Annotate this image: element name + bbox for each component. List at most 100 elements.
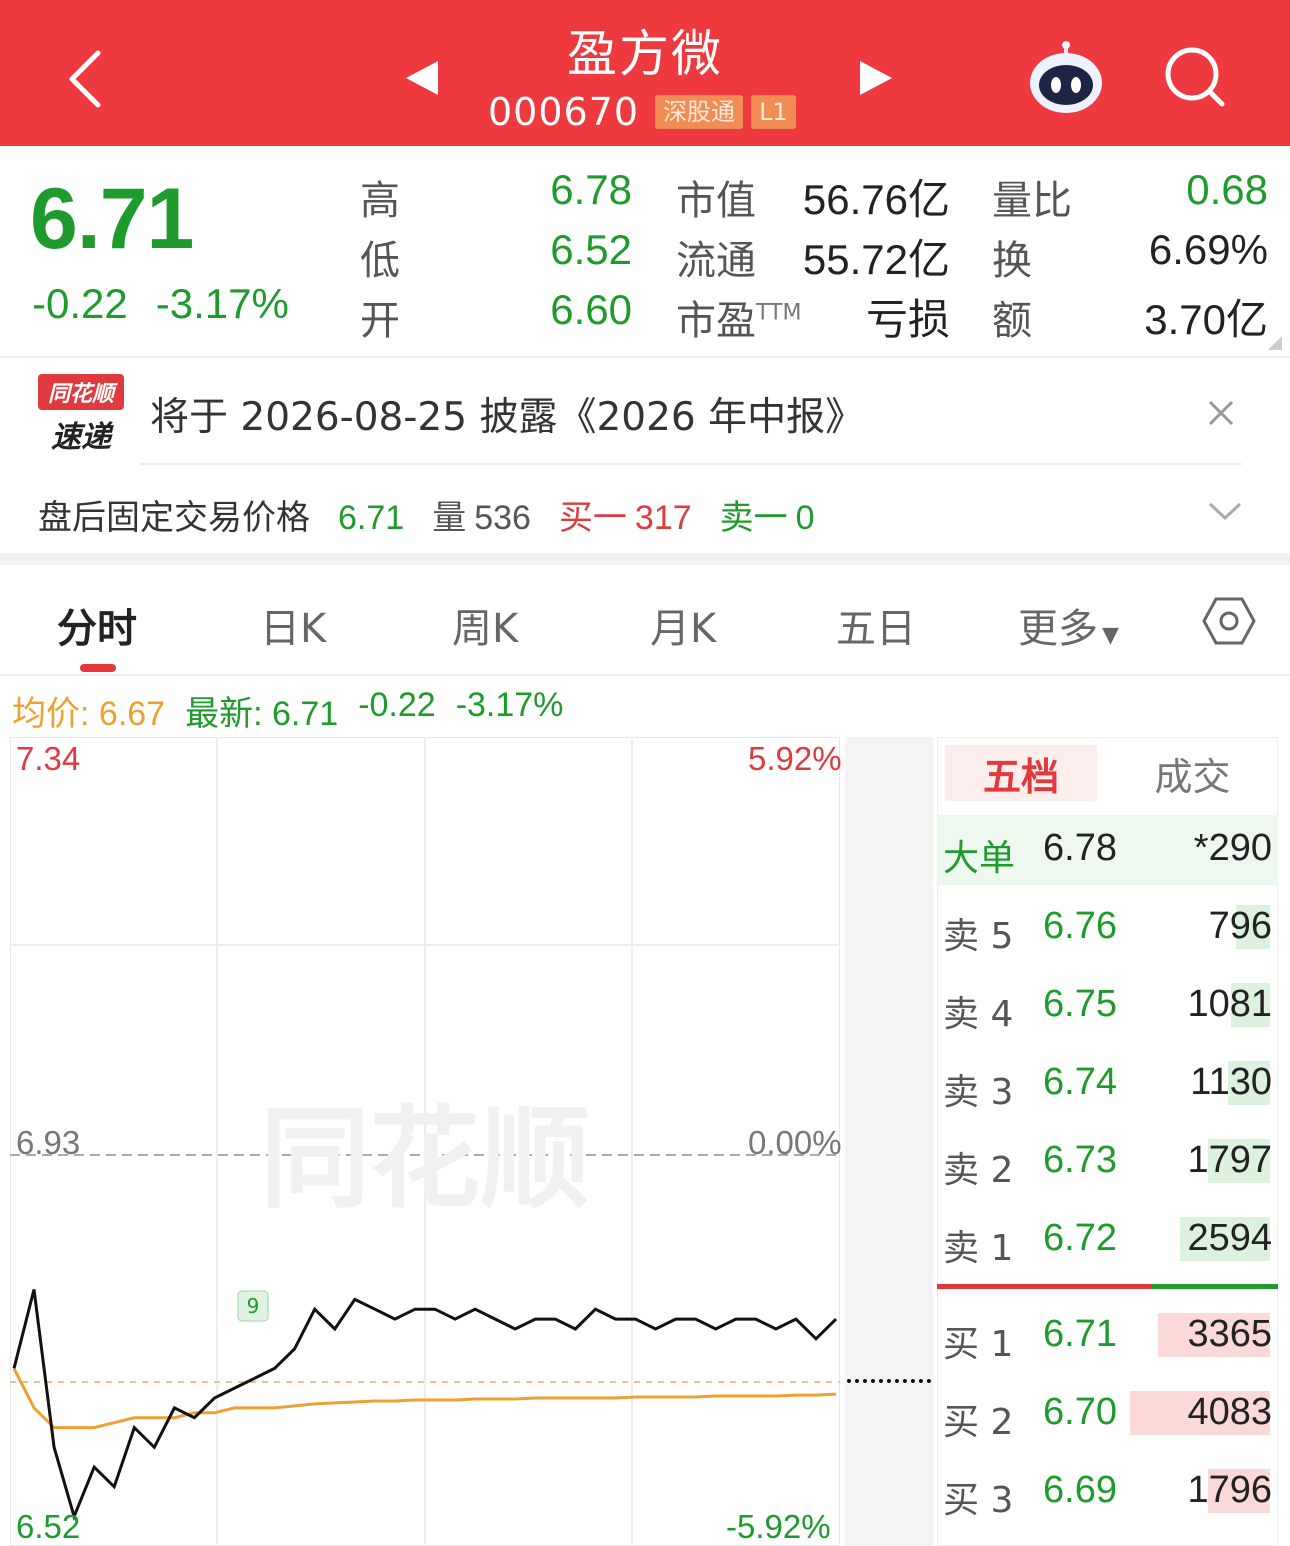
order-book-row-volume: 1796	[1187, 1469, 1272, 1511]
chart-settings-icon[interactable]	[1202, 596, 1256, 646]
order-book-row[interactable]: 卖 4 6.75 1081	[937, 971, 1278, 1041]
stat-mktcap-value: 56.76亿	[802, 176, 950, 223]
stock-code: 000670	[488, 90, 640, 134]
order-book-row-volume: 1797	[1187, 1139, 1272, 1181]
expand-corner-icon[interactable]	[1266, 334, 1284, 352]
stat-turnover-value: 6.69%	[1148, 226, 1268, 273]
order-book-row[interactable]: 卖 1 6.72 2594	[937, 1205, 1278, 1275]
order-book-row[interactable]: 卖 5 6.76 796	[937, 893, 1278, 963]
tabs-divider	[0, 674, 1290, 676]
order-book-row[interactable]: 买 3 6.69 1796	[937, 1457, 1278, 1527]
caret-down-icon: ▼	[1102, 623, 1119, 648]
stat-low-value: 6.52	[550, 226, 632, 273]
stat-high-value: 6.78	[550, 166, 632, 213]
tab-trades[interactable]: 成交	[1110, 745, 1275, 801]
tab-daily-k[interactable]: 日K	[260, 596, 326, 654]
order-book-row[interactable]: 买 2 6.70 4083	[937, 1379, 1278, 1449]
tab-five-day[interactable]: 五日	[836, 596, 916, 654]
order-book-row[interactable]: 买 1 6.71 3365	[937, 1301, 1278, 1371]
order-book-row-price: 6.71	[1043, 1313, 1117, 1355]
tab-more-label: 更多	[1018, 606, 1098, 652]
order-book-row-label: 大单	[943, 838, 1016, 879]
stat-vol-ratio-label: 量比	[992, 178, 1072, 224]
order-book-row-label: 卖 4	[943, 994, 1014, 1035]
stat-pe-label: 市盈TTM	[676, 288, 801, 346]
after-hours-ask-label: 卖一	[719, 498, 788, 538]
tab-weekly-k[interactable]: 周K	[452, 596, 518, 654]
after-hours-volume: 536	[474, 499, 531, 537]
stat-open-value: 6.60	[550, 286, 632, 333]
latest-price-label: 最新:	[185, 695, 263, 733]
close-icon	[1208, 400, 1234, 426]
order-book-row[interactable]: 卖 3 6.74 1130	[937, 1049, 1278, 1119]
latest-price: 最新: 6.71	[185, 686, 338, 735]
stock-code-row: 000670 深股通 L1	[488, 90, 796, 134]
intraday-chart[interactable]: 同花顺 9	[10, 737, 840, 1546]
bid-strength-bar	[937, 1284, 1151, 1289]
order-book-row[interactable]: 卖 2 6.73 1797	[937, 1127, 1278, 1197]
notice-text[interactable]: 将于 2026-08-25 披露《2026 年中报》	[150, 386, 864, 442]
avg-price-label: 均价:	[12, 695, 90, 733]
stat-turnover-label: 换	[992, 238, 1032, 284]
last-price: 6.71	[30, 171, 194, 267]
stat-pe-ttm: TTM	[756, 300, 802, 326]
order-book-row-price: 6.74	[1043, 1061, 1117, 1103]
stat-float-value: 55.72亿	[802, 236, 950, 283]
after-hours-label: 盘后固定交易价格	[38, 498, 310, 538]
stat-amount-value: 3.70亿	[1144, 296, 1268, 343]
stat-pe-label-text: 市盈	[676, 298, 756, 344]
logo-line-1: 同花顺	[38, 374, 124, 410]
tab-monthly-k[interactable]: 月K	[650, 596, 716, 654]
tonghuashun-express-logo: 同花顺 速递	[38, 374, 124, 455]
after-hours-price: 6.71	[338, 499, 405, 537]
tab-intraday[interactable]: 分时	[57, 596, 137, 654]
order-book-row-price: 6.73	[1043, 1139, 1117, 1181]
order-book-row-volume: 2594	[1187, 1217, 1272, 1259]
connect-tag: 深股通	[655, 95, 744, 129]
ask-strength-bar	[1151, 1284, 1278, 1289]
chart-info-line: 均价: 6.67 最新: 6.71 -0.22 -3.17%	[12, 686, 563, 735]
avg-price-value: 6.67	[98, 695, 166, 733]
latest-change-pct: -3.17%	[455, 686, 564, 724]
order-book-row-price: 6.76	[1043, 905, 1117, 947]
stat-mktcap-label: 市值	[676, 178, 756, 224]
after-hours-ask: 0	[795, 499, 815, 537]
pct-axis-top: 5.92%	[748, 740, 842, 777]
stat-low-label: 低	[360, 238, 400, 284]
order-book-row-label: 卖 5	[943, 916, 1014, 957]
order-book-row-price: 6.75	[1043, 983, 1117, 1025]
tab-more[interactable]: 更多 ▼	[1018, 596, 1119, 654]
notice-close-button[interactable]	[1208, 390, 1234, 436]
search-button[interactable]	[1162, 44, 1228, 110]
latest-change: -0.22	[358, 686, 436, 724]
chevron-down-icon[interactable]	[1208, 500, 1242, 522]
tab-five-levels[interactable]: 五档	[945, 745, 1097, 801]
order-book-row-price: 6.78	[1043, 827, 1117, 869]
y-axis-mid: 6.93	[16, 1124, 81, 1161]
order-book-row-label: 卖 1	[943, 1228, 1014, 1269]
order-book-row-volume: *290	[1193, 827, 1272, 869]
price-change-row: -0.22 -3.17%	[32, 280, 289, 328]
latest-price-value: 6.71	[272, 695, 339, 733]
chart-volume-side-panel	[845, 737, 933, 1546]
order-book-row-label: 买 1	[943, 1324, 1014, 1365]
pct-axis-mid: 0.00%	[748, 1124, 842, 1161]
order-book-row-price: 6.72	[1043, 1217, 1117, 1259]
section-separator	[0, 553, 1290, 565]
order-book-row-volume: 3365	[1187, 1313, 1272, 1355]
order-book-row-label: 卖 2	[943, 1150, 1014, 1191]
after-hours-row[interactable]: 盘后固定交易价格 6.71 量 536 买一 317 卖一 0	[38, 490, 843, 539]
chart-marker-label: 9	[247, 1294, 260, 1318]
next-stock-button[interactable]	[856, 58, 896, 98]
after-hours-bid: 317	[634, 499, 692, 537]
order-book-row-volume: 1130	[1190, 1061, 1272, 1103]
ai-assistant-button[interactable]	[1026, 40, 1106, 116]
price-change-pct: -3.17%	[155, 280, 289, 327]
y-axis-top: 7.34	[16, 740, 81, 777]
robot-icon	[1030, 41, 1102, 113]
order-book-row[interactable]: 大单 6.78 *290	[937, 815, 1278, 885]
y-axis-bottom: 6.52	[16, 1508, 81, 1545]
triangle-right-icon	[860, 61, 892, 95]
avg-price: 均价: 6.67	[12, 686, 165, 735]
order-book-row-price: 6.70	[1043, 1391, 1117, 1433]
